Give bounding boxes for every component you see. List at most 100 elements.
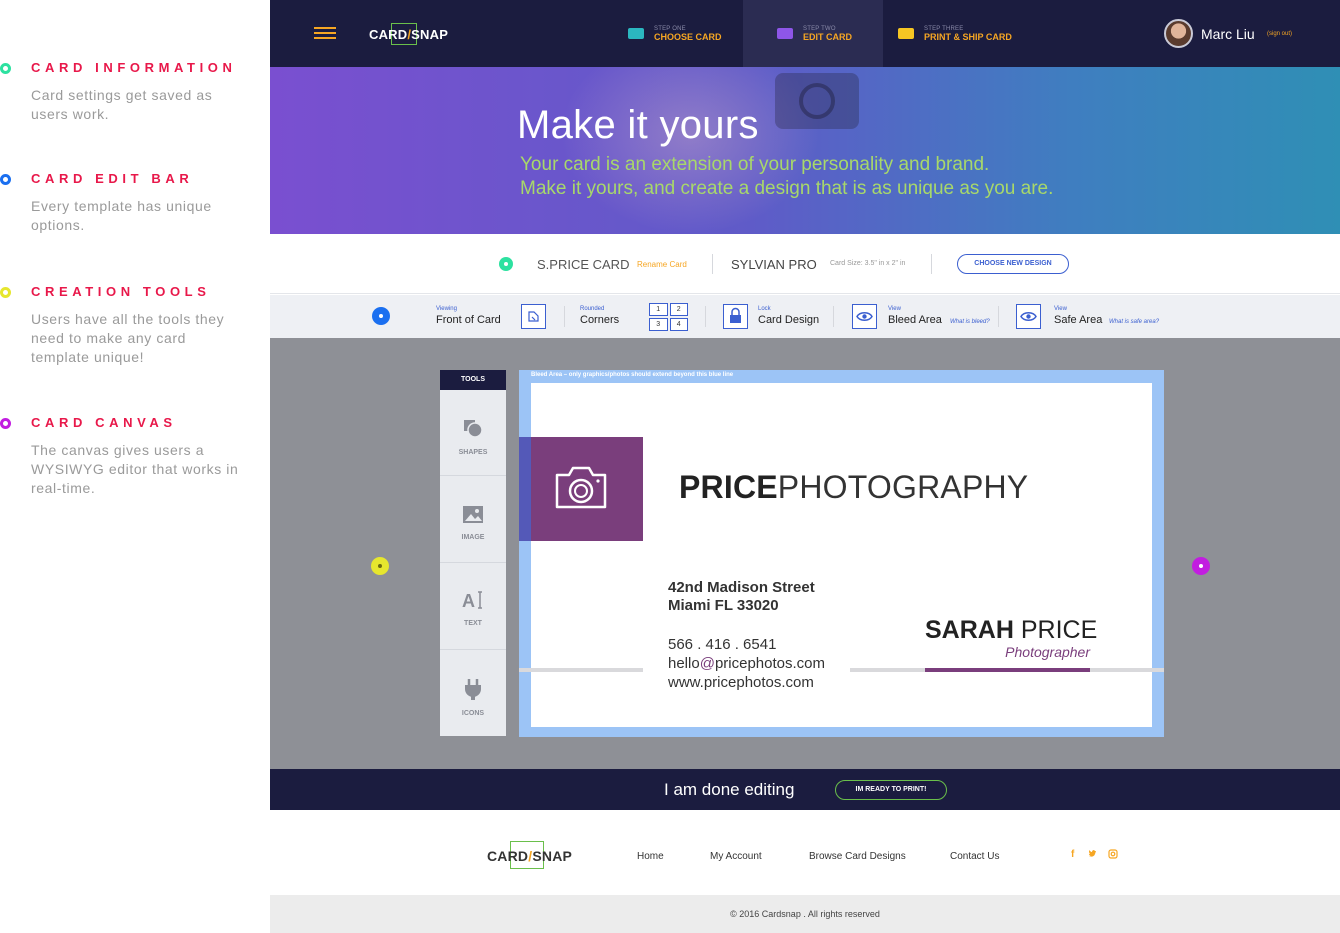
tool-image[interactable]: IMAGE — [440, 505, 506, 541]
lock-value: Card Design — [758, 314, 820, 326]
annotation-card-information: CARD INFORMATION Card settings get saved… — [0, 60, 262, 124]
step-print-ship[interactable]: STEP THREE PRINT & SHIP CARD — [882, 0, 1042, 67]
tools-panel: TOOLS SHAPES IMAGE A TEXT ICONS — [440, 370, 506, 736]
card-edit-bar: Viewing Front of Card Rounded Corners 1 … — [270, 295, 1340, 338]
logo[interactable]: CARD/SNAP — [369, 27, 448, 42]
corner-2-toggle[interactable]: 2 — [669, 303, 688, 316]
eye-icon[interactable] — [1016, 304, 1041, 329]
hero-title: Make it yours — [517, 103, 759, 147]
choose-new-design-button[interactable]: CHOOSE NEW DESIGN — [957, 254, 1069, 274]
card-icon — [628, 28, 644, 39]
bleed-label: View — [888, 306, 901, 312]
footer-logo[interactable]: CARD/SNAP — [487, 848, 572, 864]
annotation-title: CREATION TOOLS — [31, 284, 211, 299]
viewing-label: Viewing — [436, 306, 457, 312]
address-line-2: Miami FL 33020 — [668, 597, 779, 614]
menu-icon[interactable] — [314, 27, 336, 40]
corner-1-toggle[interactable]: 1 — [649, 303, 668, 316]
done-editing-text: I am done editing — [664, 780, 795, 799]
info-marker-dot — [499, 257, 513, 271]
tool-label: SHAPES — [458, 449, 488, 456]
business-card[interactable]: PRICEPHOTOGRAPHY 42nd Madison Street Mia… — [519, 383, 1164, 727]
annotation-text: Users have all the tools they need to ma… — [31, 311, 225, 365]
annotation-text: Card settings get saved as users work. — [31, 87, 213, 122]
eye-icon[interactable] — [852, 304, 877, 329]
bleed-value: Bleed Area — [888, 314, 942, 326]
ready-to-print-button[interactable]: IM READY TO PRINT! — [835, 780, 947, 800]
tools-marker-dot — [371, 557, 389, 575]
address-line-1: 42nd Madison Street — [668, 579, 815, 596]
viewing-value: Front of Card — [436, 314, 501, 326]
card-size: Card Size: 3.5" in x 2" in — [830, 260, 906, 267]
tool-label: IMAGE — [461, 534, 485, 541]
rename-card-link[interactable]: Rename Card — [637, 260, 687, 269]
camera-photo-background — [775, 73, 859, 129]
edit-marker-dot — [372, 307, 390, 325]
hero-banner: Make it yours Your card is an extension … — [270, 67, 1340, 234]
footer-link-contact[interactable]: Contact Us — [950, 851, 999, 862]
step-choose-card[interactable]: STEP ONE CHOOSE CARD — [615, 0, 735, 67]
annotation-creation-tools: CREATION TOOLS Users have all the tools … — [0, 284, 262, 367]
person-role[interactable]: Photographer — [925, 644, 1090, 660]
shapes-icon — [464, 420, 483, 438]
bleed-note: Bleed Area – only graphics/photos should… — [531, 372, 734, 378]
bleed-area: Bleed Area – only graphics/photos should… — [519, 370, 1164, 737]
hero-line-1: Your card is an extension of your person… — [520, 154, 990, 175]
tool-shapes[interactable]: SHAPES — [440, 418, 506, 456]
annotation-text: The canvas gives users a WYSIWYG editor … — [31, 442, 239, 496]
truck-icon — [898, 28, 914, 39]
avatar[interactable] — [1164, 19, 1193, 48]
logo-left: CARD — [369, 27, 408, 42]
safe-label: View — [1054, 306, 1067, 312]
annotation-title: CARD INFORMATION — [31, 60, 237, 75]
tool-text[interactable]: A TEXT — [440, 589, 506, 627]
instagram-icon[interactable] — [1108, 849, 1118, 862]
footer-link-browse[interactable]: Browse Card Designs — [809, 851, 906, 862]
card-canvas-area: TOOLS SHAPES IMAGE A TEXT ICONS Bleed Ar… — [270, 338, 1340, 769]
design-name: SYLVIAN PRO — [731, 257, 817, 272]
twitter-icon[interactable] — [1088, 849, 1098, 862]
brand-light: PHOTOGRAPHY — [777, 469, 1029, 505]
flip-card-icon[interactable] — [521, 304, 546, 329]
annotation-dot — [0, 174, 11, 185]
svg-text:A: A — [462, 591, 475, 611]
facebook-icon[interactable]: f — [1071, 849, 1074, 860]
person-name[interactable]: SARAH PRICE — [925, 616, 1097, 645]
lock-label: Lock — [758, 306, 771, 312]
step-edit-card[interactable]: STEP TWO EDIT CARD — [743, 0, 883, 67]
user-name: Marc Liu — [1201, 26, 1255, 42]
email: hello@pricephotos.com — [668, 655, 825, 672]
brand-name[interactable]: PRICEPHOTOGRAPHY — [679, 469, 1028, 506]
annotation-dot — [0, 418, 11, 429]
hero-line-2: Make it yours, and create a design that … — [520, 178, 1054, 199]
divider-line — [519, 668, 643, 672]
logo-block[interactable] — [531, 437, 643, 541]
card-name: S.PRICE CARD — [537, 257, 630, 272]
tools-header: TOOLS — [440, 370, 506, 390]
annotation-card-edit-bar: CARD EDIT BAR Every template has unique … — [0, 171, 262, 235]
lock-icon[interactable] — [723, 304, 748, 329]
annotation-title: CARD CANVAS — [31, 415, 177, 430]
accent-line — [925, 668, 1090, 672]
safe-value: Safe Area — [1054, 314, 1103, 326]
footer-link-home[interactable]: Home — [637, 851, 664, 862]
contact-block[interactable]: 566 . 416 . 6541 hello@pricephotos.com w… — [668, 635, 825, 692]
canvas-marker-dot — [1192, 557, 1210, 575]
tool-label: ICONS — [461, 710, 485, 717]
what-is-safe-area-link[interactable]: What is safe area? — [1109, 319, 1159, 325]
corner-4-toggle[interactable]: 4 — [669, 318, 688, 331]
tool-icons[interactable]: ICONS — [440, 677, 506, 717]
corner-3-toggle[interactable]: 3 — [649, 318, 668, 331]
what-is-bleed-link[interactable]: What is bleed? — [950, 319, 990, 325]
text-icon: A — [462, 591, 482, 611]
annotation-dot — [0, 287, 11, 298]
sign-out-link[interactable]: (sign out) — [1267, 31, 1292, 37]
step-label: EDIT CARD — [803, 32, 852, 42]
app-header: CARD/SNAP STEP ONE CHOOSE CARD STEP TWO … — [270, 0, 1340, 67]
annotation-text: Every template has unique options. — [31, 198, 212, 233]
page-root: { "annotations": [ {"title": "CARD INFOR… — [0, 0, 1340, 933]
card-info-bar: S.PRICE CARD Rename Card SYLVIAN PRO Car… — [270, 234, 1340, 294]
address-block[interactable]: 42nd Madison Street Miami FL 33020 — [668, 579, 815, 615]
step-label: PRINT & SHIP CARD — [924, 32, 1012, 42]
footer-link-account[interactable]: My Account — [710, 851, 762, 862]
